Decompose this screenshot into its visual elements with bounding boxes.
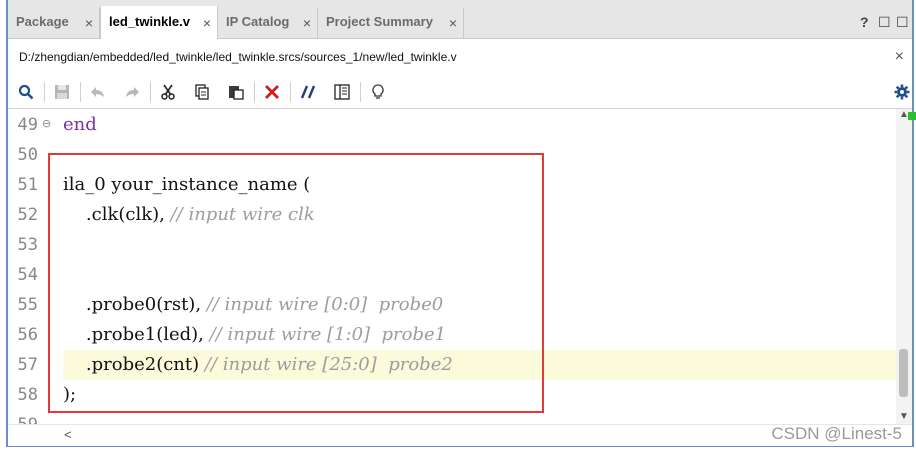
close-icon[interactable]: × <box>449 15 457 31</box>
tab-ip-catalog[interactable]: IP Catalog × <box>218 8 318 38</box>
close-icon[interactable]: × <box>85 15 93 31</box>
line-number: 52 <box>17 205 38 225</box>
watermark: CSDN @Linest-5 <box>771 424 902 443</box>
settings-icon[interactable] <box>892 82 912 102</box>
redo-icon[interactable] <box>122 82 142 102</box>
code-editor[interactable]: 49 ⊖ 50 51 52 53 54 55 56 57 58 59 end i… <box>8 109 896 424</box>
code-keyword: end <box>63 114 97 135</box>
close-icon[interactable]: × <box>303 15 311 31</box>
undo-icon[interactable] <box>88 82 108 102</box>
editor-window: Package × led_twinkle.v × IP Catalog × P… <box>6 0 916 447</box>
line-number: 56 <box>17 325 38 345</box>
tab-label: Package <box>16 14 69 29</box>
line-number: 55 <box>17 295 38 315</box>
tab-label: Project Summary <box>326 14 433 29</box>
delete-icon[interactable] <box>262 82 282 102</box>
fold-marker-icon[interactable]: ⊖ <box>42 117 51 130</box>
line-number: 50 <box>17 145 38 165</box>
scroll-left-icon[interactable]: < <box>64 427 72 442</box>
lightbulb-icon[interactable] <box>368 82 388 102</box>
paste-icon[interactable] <box>226 82 246 102</box>
file-path: D:/zhengdian/embedded/led_twinkle/led_tw… <box>19 50 457 64</box>
code-line: end <box>63 114 97 135</box>
line-number: 54 <box>17 265 38 285</box>
editor-toolbar <box>8 76 912 109</box>
tab-project-summary[interactable]: Project Summary × <box>318 8 464 38</box>
vertical-scrollbar[interactable]: ▲ ▼ <box>896 109 912 424</box>
tab-label: IP Catalog <box>226 14 290 29</box>
save-icon[interactable] <box>52 82 72 102</box>
highlight-annotation-box <box>48 153 544 413</box>
maximize-icon[interactable]: ☐ <box>896 14 909 31</box>
file-path-bar: D:/zhengdian/embedded/led_twinkle/led_tw… <box>8 39 912 76</box>
toolbar-separator <box>360 82 361 102</box>
comment-icon[interactable] <box>298 82 318 102</box>
toolbar-separator <box>80 82 81 102</box>
toolbar-separator <box>254 82 255 102</box>
cut-icon[interactable] <box>158 82 178 102</box>
line-number: 59 <box>8 415 38 424</box>
line-number: 58 <box>17 385 38 405</box>
line-number: 53 <box>17 235 38 255</box>
toolbar-separator <box>290 82 291 102</box>
column-icon[interactable] <box>332 82 352 102</box>
tab-label: led_twinkle.v <box>109 14 190 29</box>
line-number: 51 <box>17 175 38 195</box>
tab-led-twinkle[interactable]: led_twinkle.v × <box>100 6 218 39</box>
help-icon[interactable]: ? <box>860 14 869 30</box>
close-icon[interactable]: × <box>203 15 211 31</box>
close-icon[interactable]: × <box>895 48 904 66</box>
copy-icon[interactable] <box>192 82 212 102</box>
line-number: 49 <box>17 115 38 135</box>
restore-icon[interactable]: ☐ <box>878 14 891 31</box>
tab-package[interactable]: Package × <box>8 8 100 38</box>
scroll-down-icon[interactable]: ▼ <box>899 411 909 422</box>
tab-bar: Package × led_twinkle.v × IP Catalog × P… <box>8 0 912 39</box>
status-marker <box>908 112 916 120</box>
search-icon[interactable] <box>16 82 36 102</box>
scrollbar-thumb[interactable] <box>899 349 908 397</box>
toolbar-separator <box>150 82 151 102</box>
toolbar-separator <box>44 82 45 102</box>
line-number: 57 <box>17 355 38 375</box>
